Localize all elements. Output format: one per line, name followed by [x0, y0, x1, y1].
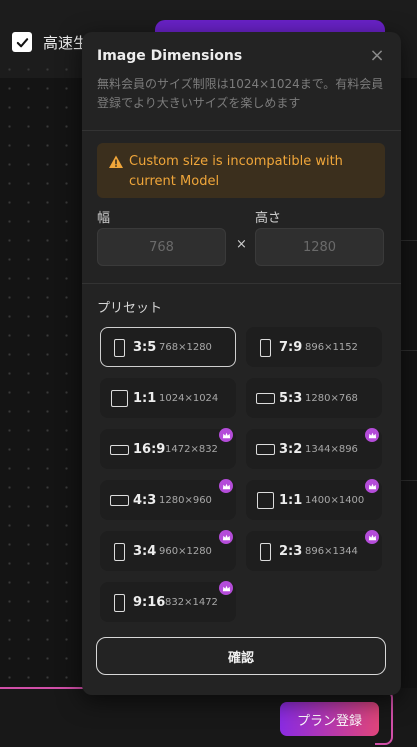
preset-option[interactable]: 16:9 1472×832 — [100, 428, 236, 469]
preset-ratio: 7:9 — [279, 340, 303, 355]
preset-option[interactable]: 2:3 896×1344 — [246, 530, 382, 571]
preset-ratio: 1:1 — [279, 493, 303, 508]
plan-subscribe-button[interactable]: プラン登録 — [280, 702, 379, 736]
preset-size: 832×1472 — [165, 597, 218, 608]
portrait-aspect-icon — [114, 543, 125, 561]
preset-option[interactable]: 3:5 768×1280 — [100, 327, 236, 367]
preset-size: 960×1280 — [159, 546, 212, 557]
landscape-aspect-icon — [110, 495, 129, 506]
preset-size: 1472×832 — [165, 444, 218, 455]
preset-option[interactable]: 9:16 832×1472 — [100, 581, 236, 622]
crown-icon — [219, 479, 233, 493]
landscape-aspect-icon — [256, 444, 275, 455]
preset-ratio: 9:16 — [133, 595, 166, 610]
dialog-description: 無料会員のサイズ制限は1024×1024まで。有料会員登録でより大きいサイズを楽… — [97, 77, 384, 110]
square-aspect-icon — [257, 492, 274, 509]
divider — [401, 480, 417, 481]
portrait-aspect-icon — [114, 594, 125, 612]
landscape-aspect-icon — [110, 445, 129, 455]
preset-option[interactable]: 1:1 1024×1024 — [100, 378, 236, 418]
preset-option[interactable]: 3:2 1344×896 — [246, 428, 382, 469]
preset-ratio: 16:9 — [133, 442, 166, 457]
divider — [82, 130, 401, 131]
preset-size: 1024×1024 — [159, 393, 219, 404]
close-icon[interactable]: × — [367, 46, 387, 66]
confirm-button[interactable]: 確認 — [96, 637, 386, 675]
width-input[interactable] — [97, 228, 226, 266]
divider — [401, 240, 417, 241]
preset-size: 1344×896 — [305, 444, 358, 455]
preset-ratio: 5:3 — [279, 391, 303, 406]
crown-icon — [219, 530, 233, 544]
preset-option[interactable]: 4:3 1280×960 — [100, 479, 236, 520]
times-icon: × — [236, 237, 247, 252]
height-label: 高さ — [255, 211, 282, 226]
preset-ratio: 2:3 — [279, 544, 303, 559]
check-icon — [16, 37, 28, 47]
portrait-aspect-icon — [260, 543, 271, 561]
preset-option[interactable]: 5:3 1280×768 — [246, 378, 382, 418]
preset-ratio: 1:1 — [133, 391, 157, 406]
dialog-title: Image Dimensions — [97, 48, 243, 64]
dot-grid-canvas — [0, 60, 90, 680]
warning-banner: Custom size is incompatible with current… — [97, 143, 385, 198]
width-label: 幅 — [97, 211, 111, 226]
divider — [401, 350, 417, 351]
square-aspect-icon — [111, 390, 128, 407]
preset-size: 1400×1400 — [305, 495, 365, 506]
landscape-aspect-icon — [256, 393, 275, 404]
preset-ratio: 3:4 — [133, 544, 157, 559]
preset-option[interactable]: 1:1 1400×1400 — [246, 479, 382, 520]
crown-icon — [219, 428, 233, 442]
warning-icon — [109, 155, 123, 168]
crown-icon — [219, 581, 233, 595]
crown-icon — [365, 479, 379, 493]
warning-text: Custom size is incompatible with current… — [129, 154, 343, 189]
preset-size: 768×1280 — [159, 342, 212, 353]
preset-size: 896×1152 — [305, 342, 358, 353]
divider — [82, 283, 401, 284]
crown-icon — [365, 428, 379, 442]
preset-size: 1280×960 — [159, 495, 212, 506]
preset-size: 896×1344 — [305, 546, 358, 557]
preset-ratio: 3:2 — [279, 442, 303, 457]
height-input[interactable] — [255, 228, 384, 266]
high-quality-checkbox[interactable] — [12, 32, 32, 52]
portrait-aspect-icon — [260, 339, 271, 357]
preset-option[interactable]: 7:9 896×1152 — [246, 327, 382, 367]
accent-line — [0, 687, 90, 689]
preset-ratio: 3:5 — [133, 340, 157, 355]
image-dimensions-dialog: Image Dimensions × 無料会員のサイズ制限は1024×1024ま… — [82, 32, 401, 695]
portrait-aspect-icon — [114, 339, 125, 357]
preset-option[interactable]: 3:4 960×1280 — [100, 530, 236, 571]
preset-title: プリセット — [97, 301, 163, 316]
preset-size: 1280×768 — [305, 393, 358, 404]
crown-icon — [365, 530, 379, 544]
app-background: 高速生 プラン登録 Image Dimensions × 無料会員のサイズ制限は… — [0, 0, 417, 747]
preset-ratio: 4:3 — [133, 493, 157, 508]
